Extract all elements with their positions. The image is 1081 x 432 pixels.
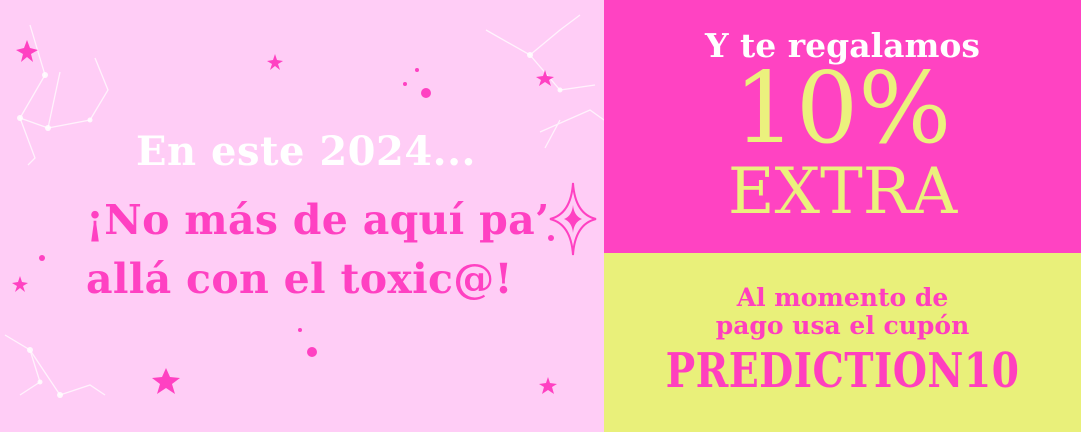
- dot-icon: [27, 347, 33, 353]
- dot-icon: [42, 72, 48, 78]
- offer-panel: Y te regalamos 10% EXTRA: [604, 0, 1081, 253]
- discount-amount: 10%: [733, 52, 952, 166]
- constellation-icon: [539, 109, 604, 133]
- star-icon: [267, 54, 283, 70]
- coupon-instruction-line-1: Al momento de: [736, 283, 949, 312]
- dot-icon: [527, 52, 533, 58]
- dot-icon: [17, 115, 23, 121]
- constellation-icon: [47, 57, 109, 129]
- dot-icon: [421, 88, 431, 98]
- promo-banner[interactable]: En este 2024... ¡No más de aquí pa’ allá…: [0, 0, 1081, 432]
- constellation-icon: [19, 24, 61, 129]
- coupon-instruction-line-2: pago usa el cupón: [715, 311, 970, 340]
- discount-extra-label: EXTRA: [727, 155, 958, 229]
- dot-icon: [298, 328, 302, 332]
- dot-icon: [307, 347, 317, 357]
- constellation-icon: [19, 349, 41, 396]
- main-message-line-2: allá con el toxic@!: [86, 255, 513, 303]
- dot-icon: [415, 68, 419, 72]
- coupon-panel: Al momento de pago usa el cupón PREDICTI…: [604, 253, 1081, 432]
- constellation-icon: [19, 117, 36, 166]
- dot-icon: [403, 82, 407, 86]
- dot-icon: [37, 379, 43, 385]
- star-icon: [539, 377, 557, 394]
- intro-text: En este 2024...: [136, 128, 476, 175]
- dot-icon: [39, 255, 45, 261]
- sparkle-icon: [564, 205, 582, 233]
- star-icon: [12, 276, 28, 292]
- dot-icon: [87, 117, 93, 123]
- dot-icon: [57, 392, 63, 398]
- star-icon: [536, 70, 554, 86]
- dot-icon: [557, 87, 563, 93]
- main-message-line-1: ¡No más de aquí pa’: [86, 196, 550, 244]
- message-panel: En este 2024... ¡No más de aquí pa’ allá…: [0, 0, 604, 432]
- dot-icon: [45, 125, 51, 131]
- constellation-icon: [485, 14, 581, 56]
- constellation-icon: [4, 334, 106, 396]
- star-icon: [152, 368, 180, 394]
- constellation-icon: [544, 119, 561, 149]
- coupon-code[interactable]: PREDICTION10: [647, 343, 1038, 399]
- star-icon: [16, 40, 38, 62]
